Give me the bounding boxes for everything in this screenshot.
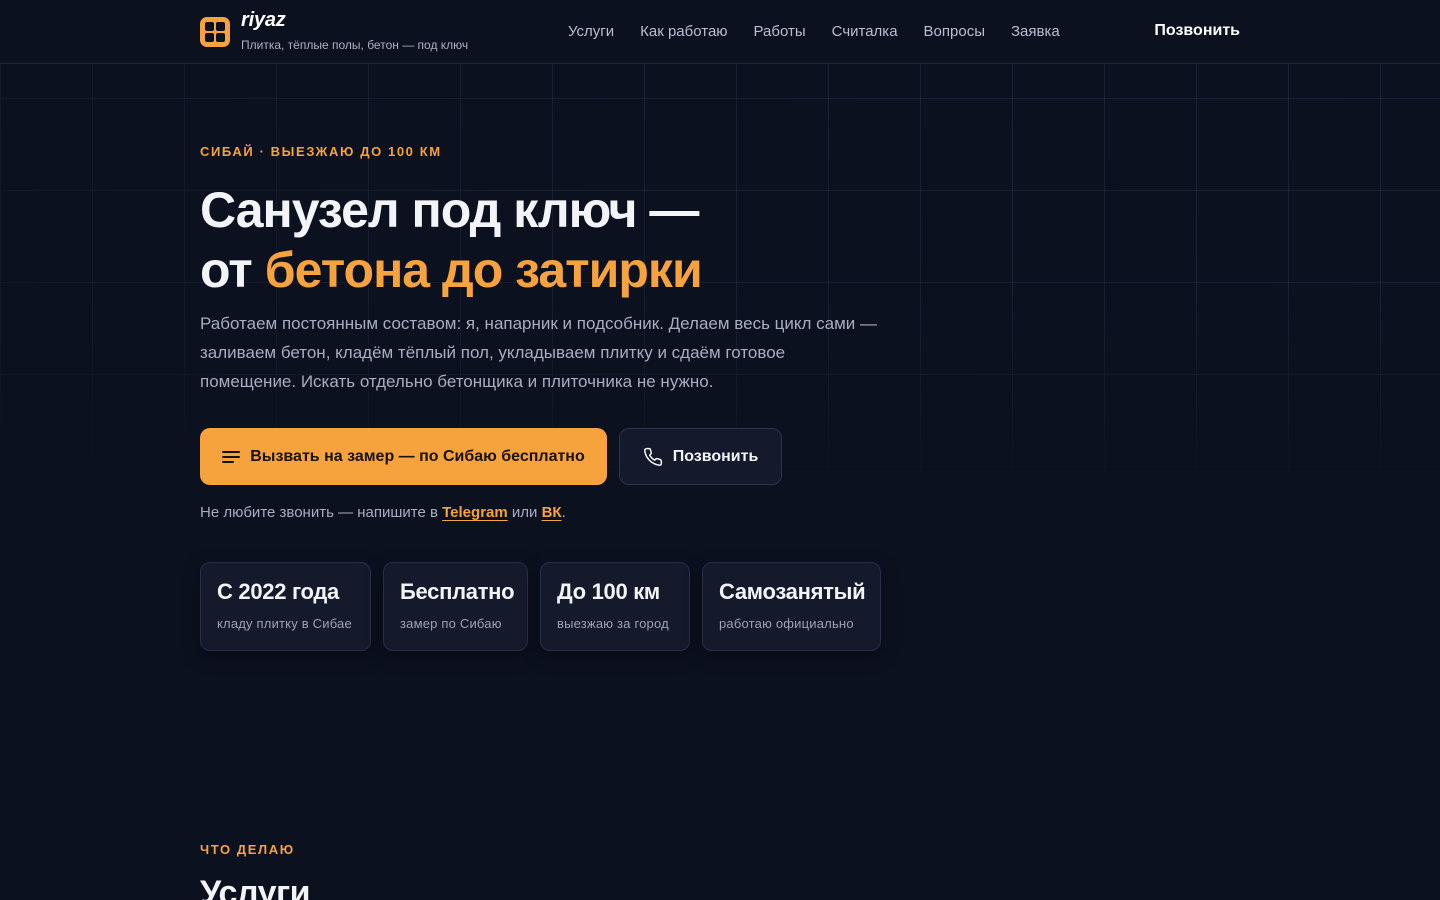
- nav-item-faq[interactable]: Вопросы: [924, 23, 985, 40]
- stat-value: Бесплатно: [400, 579, 515, 604]
- nav-item-how-i-work[interactable]: Как работаю: [640, 23, 727, 40]
- brand-name[interactable]: riyaz: [241, 9, 286, 32]
- logo-tile: [205, 33, 214, 42]
- hero-eyebrow: Сибай · выезжаю до 100 км: [200, 144, 442, 159]
- telegram-link[interactable]: Telegram: [442, 504, 508, 521]
- request-measure-label: Вызвать на замер — по Сибаю бесплатно: [250, 447, 585, 465]
- site-header: riyaz Плитка, тёплые полы, бетон — под к…: [0, 0, 1440, 64]
- services-eyebrow: Что делаю: [200, 842, 295, 857]
- hero-title-line1: Санузел под ключ —: [200, 182, 699, 238]
- stat-card: До 100 км выезжаю за город: [540, 562, 690, 651]
- stat-card: Бесплатно замер по Сибаю: [383, 562, 528, 651]
- services-title: Услуги: [200, 874, 311, 900]
- note-suffix: .: [561, 504, 566, 521]
- note-prefix: Не любите звонить — напишите в: [200, 504, 443, 521]
- logo-tile: [216, 22, 225, 31]
- request-measure-button[interactable]: Вызвать на замер — по Сибаю бесплатно: [200, 428, 607, 485]
- logo-tile: [216, 33, 225, 42]
- stat-value: Самозанятый: [719, 579, 866, 604]
- header-call-link[interactable]: Позвонить: [1154, 22, 1240, 40]
- nav-item-services[interactable]: Услуги: [568, 23, 614, 40]
- phone-icon: [643, 447, 663, 467]
- stats-row: С 2022 года кладу плитку в Сибае Бесплат…: [200, 562, 881, 651]
- note-mid: или: [507, 504, 542, 521]
- hero-title-accent: бетона до затирки: [264, 242, 703, 298]
- nav-item-works[interactable]: Работы: [754, 23, 806, 40]
- nav-item-calculator[interactable]: Считалка: [832, 23, 898, 40]
- contact-note: Не любите звонить — напишите в Telegram …: [200, 504, 566, 521]
- stat-label: выезжаю за город: [557, 616, 669, 631]
- vk-link[interactable]: ВК: [542, 504, 562, 521]
- stat-label: кладу плитку в Сибае: [217, 616, 352, 631]
- stat-label: работаю официально: [719, 616, 854, 631]
- stat-card: С 2022 года кладу плитку в Сибае: [200, 562, 371, 651]
- hero-title: Санузел под ключ — от бетона до затирки: [200, 180, 900, 300]
- call-button-label: Позвонить: [672, 447, 759, 465]
- main-nav: Услуги Как работаю Работы Считалка Вопро…: [568, 23, 1060, 40]
- menu-lines-icon: [222, 450, 241, 464]
- logo-tile: [205, 22, 214, 31]
- brand-tagline: Плитка, тёплые полы, бетон — под ключ: [241, 38, 469, 52]
- nav-item-request[interactable]: Заявка: [1011, 23, 1060, 40]
- stat-label: замер по Сибаю: [400, 616, 502, 631]
- stat-value: До 100 км: [557, 579, 660, 604]
- stat-card: Самозанятый работаю официально: [702, 562, 881, 651]
- hero-title-line2-prefix: от: [200, 242, 265, 298]
- call-button[interactable]: Позвонить: [619, 428, 782, 485]
- stat-value: С 2022 года: [217, 579, 339, 604]
- grid-logo-icon[interactable]: [200, 17, 230, 47]
- hero-lead: Работаем постоянным составом: я, напарни…: [200, 314, 878, 391]
